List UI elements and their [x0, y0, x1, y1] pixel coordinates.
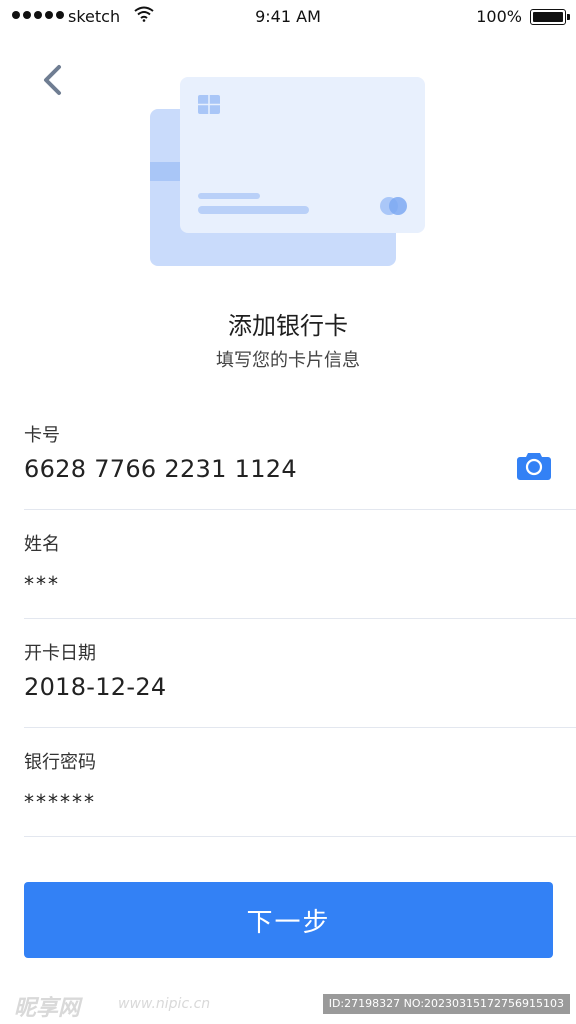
chevron-left-icon: [44, 65, 61, 95]
battery-percent: 100%: [476, 7, 522, 26]
name-label: 姓名: [24, 534, 60, 555]
card-number-label: 卡号: [24, 425, 60, 446]
back-button[interactable]: [32, 60, 72, 100]
card-number-input[interactable]: 6628 7766 2231 1124: [24, 455, 297, 483]
name-input[interactable]: ***: [24, 572, 60, 596]
card-number-field[interactable]: 卡号 6628 7766 2231 1124: [24, 401, 576, 510]
password-field[interactable]: 银行密码 ******: [24, 728, 576, 837]
page-title: 添加银行卡: [228, 312, 348, 340]
status-bar: sketch 9:41 AM 100%: [0, 0, 576, 34]
page-subtitle: 填写您的卡片信息: [216, 350, 360, 371]
open-date-label: 开卡日期: [24, 643, 96, 664]
name-field[interactable]: 姓名 ***: [24, 510, 576, 619]
password-input[interactable]: ******: [24, 790, 96, 814]
bank-card-illustration: [150, 77, 425, 266]
watermark-logo: 昵享网: [14, 996, 81, 1021]
password-label: 银行密码: [24, 752, 96, 773]
scan-card-button[interactable]: [516, 451, 552, 481]
open-date-field[interactable]: 开卡日期 2018-12-24: [24, 619, 576, 728]
battery-icon: [530, 9, 570, 25]
watermark-url: www.nipic.cn: [118, 996, 211, 1012]
next-step-button[interactable]: 下一步: [24, 882, 553, 958]
open-date-input[interactable]: 2018-12-24: [24, 673, 166, 701]
camera-icon: [517, 453, 551, 480]
watermark-id: ID:27198327 NO:20230315172756915103: [322, 994, 570, 1014]
